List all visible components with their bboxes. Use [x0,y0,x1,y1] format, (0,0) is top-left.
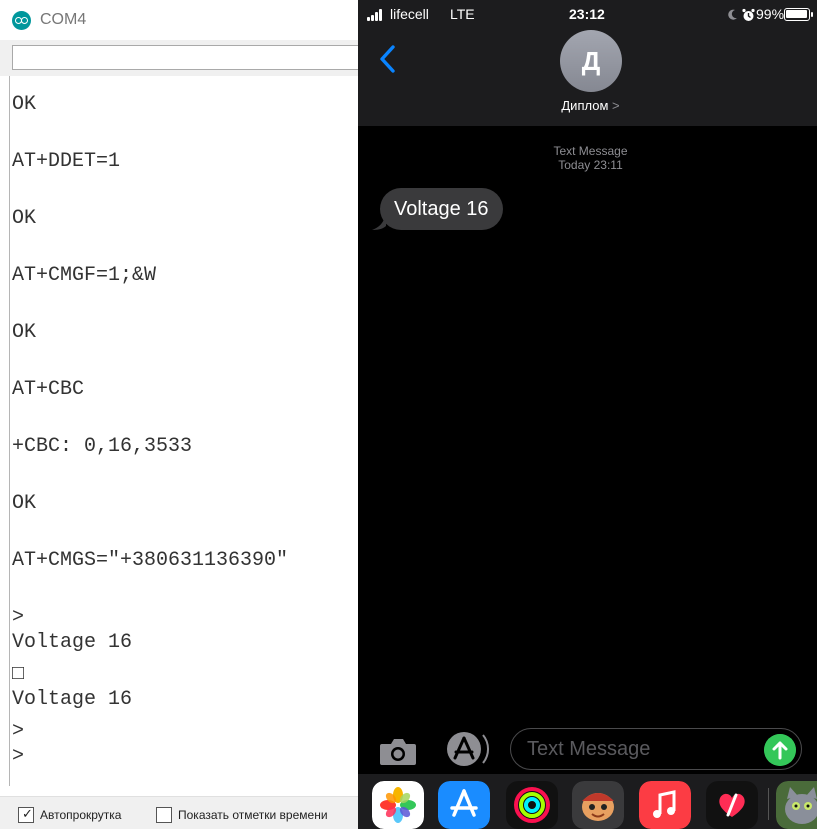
compose-bar [358,724,817,774]
serial-output-line: □ [12,663,25,686]
serial-output-line: Voltage 16 [12,688,133,711]
battery-percent: 99% [756,6,785,22]
memoji-icon[interactable] [572,781,624,829]
activity-icon[interactable] [506,781,558,829]
serial-footer: ✓ Автопрокрутка Показать отметки времени [0,796,358,829]
message-service-label: Text Message [553,144,628,158]
imessage-app-tray [358,774,817,829]
contact-name-button[interactable]: Диплом > [358,98,817,113]
conversation-header: lifecell LTE 23:12 99% Д Диплом > [358,0,817,126]
app-store-icon[interactable] [442,728,492,770]
back-chevron-icon[interactable] [378,44,398,74]
timestamps-checkbox[interactable] [156,807,172,823]
serial-output-line: OK [12,321,37,344]
serial-output-line: > [12,606,25,629]
serial-window-title: COM4 [40,11,87,28]
serial-output-area[interactable]: OK AT+DDET=1 OK AT+CMGF=1;&W OK AT+CBC +… [9,76,358,786]
chevron-right-icon: > [612,98,620,113]
music-icon[interactable] [639,781,691,829]
digital-touch-icon[interactable] [706,781,758,829]
send-arrow-icon[interactable] [764,734,796,766]
serial-output-line: > [12,720,25,743]
contact-avatar[interactable]: Д [560,30,622,92]
serial-input-bar [0,40,358,76]
serial-monitor-window: COM4 OK AT+DDET=1 OK AT+CMGF=1;&W OK AT+… [0,0,358,829]
carrier-name: lifecell [390,6,429,22]
checkmark-icon: ✓ [22,806,33,821]
talking-tom-icon[interactable] [776,781,817,829]
autoscroll-label: Автопрокрутка [40,808,122,822]
status-time: 23:12 [569,6,605,22]
serial-output-line: OK [12,207,37,230]
phone-messages-screen: lifecell LTE 23:12 99% Д Диплом > Text M… [358,0,817,829]
app-store-icon[interactable] [438,781,490,829]
arduino-logo-icon [12,11,31,30]
serial-output-line: OK [12,93,37,116]
message-meta: Text Message Today 23:11 [358,144,817,172]
serial-output-line: > [12,745,25,768]
tray-divider [768,788,769,820]
alarm-icon [742,8,755,21]
serial-output-line: AT+CMGF=1;&W [12,264,157,287]
serial-output-line: AT+CMGS="+380631136390" [12,549,289,572]
camera-icon[interactable] [378,736,418,766]
serial-send-input[interactable] [12,45,358,70]
photos-icon[interactable] [372,781,424,829]
serial-output-line: AT+DDET=1 [12,150,121,173]
serial-output-line: OK [12,492,37,515]
timestamps-label: Показать отметки времени [178,808,328,822]
serial-output-line: Voltage 16 [12,631,133,654]
autoscroll-checkbox[interactable]: ✓ [18,806,34,823]
battery-icon [784,8,813,21]
text-message-input[interactable] [510,728,802,770]
serial-title-bar: COM4 [0,0,358,40]
signal-strength-icon [367,9,385,21]
network-type: LTE [450,6,475,22]
message-timestamp: Today 23:11 [558,158,623,172]
contact-name: Диплом [561,98,609,113]
do-not-disturb-icon [728,9,737,20]
incoming-message-bubble[interactable]: Voltage 16 [380,188,503,230]
serial-output-line: +CBC: 0,16,3533 [12,435,193,458]
serial-output-line: AT+CBC [12,378,85,401]
